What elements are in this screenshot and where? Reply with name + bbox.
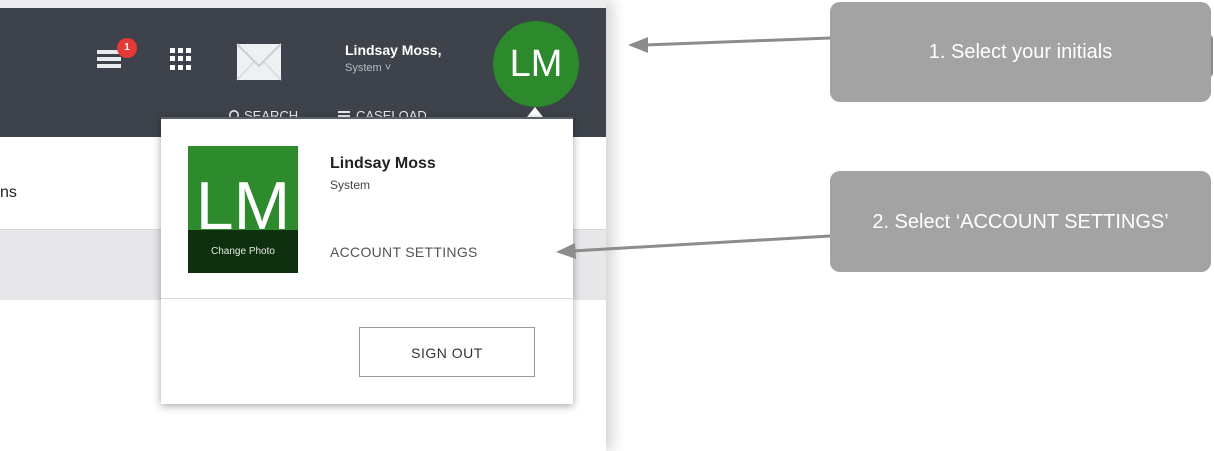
header-user-name[interactable]: Lindsay Moss,	[345, 42, 441, 58]
profile-photo[interactable]: LM Change Photo	[188, 146, 298, 273]
dropdown-caret	[527, 107, 543, 117]
dropdown-user-name: Lindsay Moss	[330, 155, 436, 172]
callout-step-2: 2. Select ‘ACCOUNT SETTINGS’	[830, 171, 1211, 272]
apps-grid-icon[interactable]	[170, 48, 192, 70]
sign-out-button[interactable]: SIGN OUT	[359, 327, 535, 377]
mail-icon[interactable]	[235, 42, 283, 82]
dropdown-user-role: System	[330, 178, 371, 192]
header-user-role-dropdown[interactable]: System ˅	[345, 62, 391, 74]
partial-tab-label[interactable]: ns	[0, 184, 17, 202]
change-photo-button[interactable]: Change Photo	[188, 230, 298, 273]
user-initials-avatar[interactable]: LM	[493, 21, 579, 107]
callout-step-1: 1. Select your initials	[830, 2, 1211, 102]
account-settings-link[interactable]: ACCOUNT SETTINGS	[330, 244, 478, 260]
notification-count-badge: 1	[117, 38, 137, 58]
dropdown-top-border	[161, 117, 573, 119]
account-dropdown-panel: LM Change Photo Lindsay Moss System ACCO…	[161, 117, 573, 404]
arrow-to-initials	[628, 36, 831, 53]
notifications-icon[interactable]: 1	[97, 38, 137, 76]
notifications-bar	[97, 64, 121, 68]
notifications-bar	[97, 57, 121, 61]
dropdown-divider	[161, 298, 573, 299]
